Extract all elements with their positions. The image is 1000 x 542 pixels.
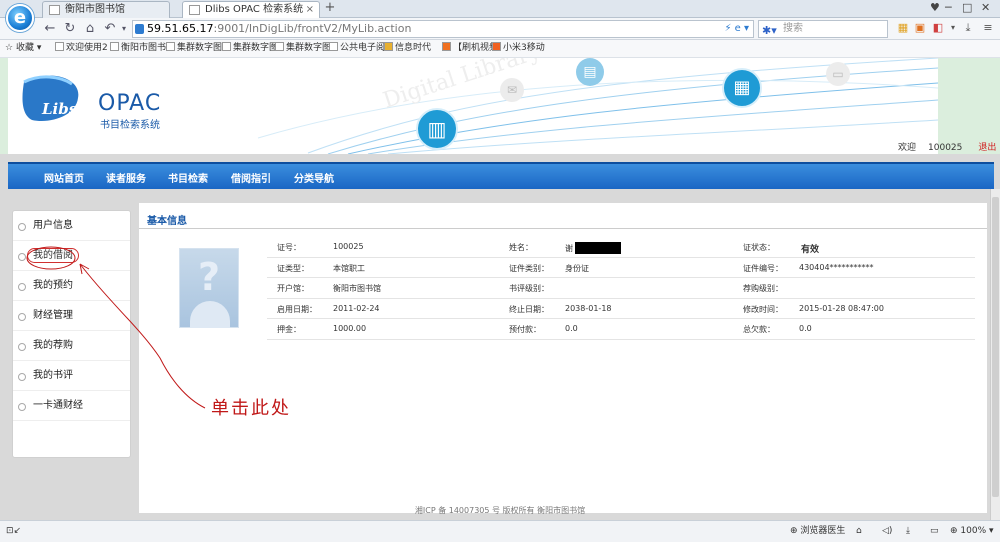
page-icon	[275, 42, 284, 51]
screen-icon[interactable]: ▭	[930, 521, 939, 541]
annotation-text: 单击此处	[211, 398, 291, 419]
browser-doctor-button[interactable]: ⊕ 浏览器医生	[790, 521, 845, 541]
bookmark-item[interactable]: 信息时代	[384, 40, 431, 57]
home-icon[interactable]: ⌂	[82, 20, 98, 38]
search-input[interactable]: ✱▾ 搜索	[758, 20, 888, 38]
tab-label: Dlibs OPAC 检索系统	[205, 4, 304, 15]
page-icon	[166, 42, 175, 51]
page-viewport: Digital Library Libs OPAC 书目检索系统 ✉ ▤ ▥ ▦…	[0, 58, 1000, 520]
search-placeholder: 搜索	[783, 23, 803, 34]
extensions-icon[interactable]: ◧	[930, 20, 946, 36]
bookmarks-bar: ☆ 收藏 ▾ 欢迎使用2 衡阳市图书 集群数字图 集群数字图 集群数字图 公共电…	[0, 40, 1000, 58]
zoom-control[interactable]: ⊕ 100% ▾	[950, 521, 994, 541]
page-icon	[110, 42, 119, 51]
browser-tabbar: 衡阳市图书馆 Dlibs OPAC 检索系统 × + ♥ ─ □ ✕	[0, 0, 1000, 19]
minimize-window-icon[interactable]: ─	[945, 0, 952, 16]
bookmark-item[interactable]: 公共电子阅	[329, 40, 385, 57]
browser-statusbar: ⊡↙ ⊕ 浏览器医生 ⌂ ◁) ⤓ ▭ ⊕ 100% ▾	[0, 520, 1000, 542]
shield-icon	[135, 24, 144, 34]
bookmark-favicon-icon	[492, 42, 501, 51]
bookmark-item[interactable]: 衡阳市图书	[110, 40, 166, 57]
download-icon[interactable]: ⤓	[960, 20, 976, 36]
new-tab-button[interactable]: +	[321, 1, 339, 17]
bookmark-item[interactable]: 欢迎使用2	[55, 40, 108, 57]
translate-icon[interactable]: ⌂	[856, 521, 862, 541]
bookmark-favicon-icon	[55, 42, 64, 51]
tab-label: 衡阳市图书馆	[65, 4, 125, 15]
page-favicon-icon	[189, 5, 200, 15]
page-icon	[222, 42, 231, 51]
bookmark-favicon-icon	[442, 42, 451, 51]
bookmark-item[interactable]: 【刷机视频	[442, 40, 498, 57]
close-tab-icon[interactable]: ×	[306, 2, 314, 17]
bookmark-item[interactable]: 集群数字图	[275, 40, 331, 57]
chevron-down-icon[interactable]: ▾	[945, 20, 961, 36]
page-icon	[329, 42, 338, 51]
close-window-icon[interactable]: ✕	[981, 0, 990, 16]
ie-mode-icon[interactable]: ⚡ e ▾	[724, 21, 749, 37]
favorites-button[interactable]: ☆ 收藏 ▾	[5, 40, 41, 57]
ie-mode-toggle-icon[interactable]: ⊡↙	[6, 521, 21, 541]
apps-grid-icon[interactable]: ▦	[895, 20, 911, 36]
bookmark-item[interactable]: 集群数字图	[166, 40, 222, 57]
scrollbar-thumb[interactable]	[992, 197, 999, 497]
bookmark-item[interactable]: 小米3移动	[492, 40, 545, 57]
bookmark-item[interactable]: 集群数字图	[222, 40, 278, 57]
bookmark-favicon-icon	[384, 42, 393, 51]
page-favicon-icon	[49, 5, 60, 15]
paw-search-engine-icon[interactable]: ✱▾	[762, 23, 777, 39]
image-icon[interactable]: ▣	[912, 20, 928, 36]
download-icon[interactable]: ⤓	[906, 521, 910, 541]
window-menu-icon[interactable]: ♥	[930, 0, 940, 16]
url-host: 59.51.65.17	[147, 22, 214, 35]
url-input[interactable]: 59.51.65.17:9001/InDigLib/frontV2/MyLib.…	[132, 20, 754, 38]
tab-opac[interactable]: Dlibs OPAC 检索系统 ×	[182, 1, 320, 19]
annotation-arrow	[26, 246, 206, 409]
address-toolbar: ← ↻ ⌂ ↶ ▾ 59.51.65.17:9001/InDigLib/fron…	[0, 18, 1000, 40]
menu-icon[interactable]: ≡	[980, 20, 996, 36]
refresh-icon[interactable]: ↻	[62, 20, 78, 38]
maximize-window-icon[interactable]: □	[962, 0, 972, 16]
vertical-scrollbar[interactable]	[990, 189, 1000, 520]
url-path: :9001/InDigLib/frontV2/MyLib.action	[213, 22, 412, 35]
tab-library-home[interactable]: 衡阳市图书馆	[42, 1, 170, 18]
browser-logo-icon[interactable]: e	[6, 4, 34, 32]
chevron-down-icon[interactable]: ▾	[116, 20, 132, 38]
speaker-icon[interactable]: ◁)	[882, 521, 892, 541]
back-arrow-icon[interactable]: ←	[42, 20, 58, 38]
